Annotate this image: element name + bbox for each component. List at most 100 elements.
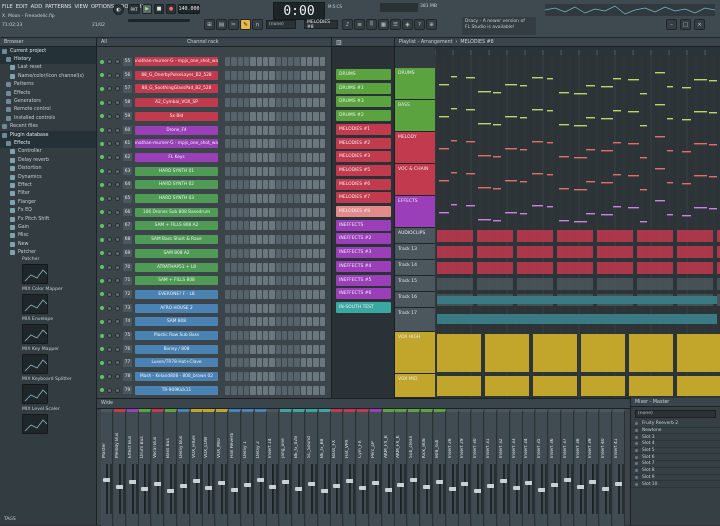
step-button[interactable] xyxy=(250,372,256,382)
channel-volume-knob[interactable] xyxy=(115,250,120,256)
channel-pan-knob[interactable] xyxy=(107,250,112,256)
help-icon[interactable]: ? xyxy=(414,19,425,30)
plugin-preset[interactable]: MIX Color Mapper xyxy=(0,287,96,317)
channel-row[interactable]: 56 88_G_OnerbyPulseLayer_B2_528 xyxy=(97,70,332,81)
step-button[interactable] xyxy=(237,289,243,299)
browser-item[interactable]: Recent files xyxy=(0,123,96,131)
mixer-fader-track[interactable] xyxy=(528,464,531,514)
note-clip[interactable] xyxy=(532,77,543,79)
channel-mute-led[interactable] xyxy=(100,265,104,269)
step-button[interactable] xyxy=(250,221,256,231)
step-button[interactable] xyxy=(256,262,262,272)
step-button[interactable] xyxy=(243,372,250,382)
step-button[interactable] xyxy=(269,111,275,121)
step-button[interactable] xyxy=(237,385,243,395)
note-clip[interactable] xyxy=(628,207,639,209)
minimize-icon[interactable]: – xyxy=(666,19,677,30)
browser-item[interactable]: Filter xyxy=(0,190,96,198)
channel-row[interactable]: 70 ATRATHAP51 + L8 xyxy=(97,262,332,273)
step-button[interactable] xyxy=(275,358,281,368)
step-button[interactable] xyxy=(275,166,281,176)
step-button[interactable] xyxy=(243,125,250,135)
step-button[interactable] xyxy=(243,152,250,162)
step-button[interactable] xyxy=(262,317,269,327)
mixer-fader-track[interactable] xyxy=(246,464,249,514)
step-sequencer[interactable] xyxy=(225,152,325,162)
automation-clip[interactable] xyxy=(437,314,717,324)
arrangement-grid[interactable] xyxy=(434,55,720,398)
note-clip[interactable] xyxy=(439,180,449,182)
channel-pan-knob[interactable] xyxy=(107,154,112,160)
step-button[interactable] xyxy=(256,248,262,258)
channel-row[interactable]: 77 Luxon/TR78-Hat+Clave xyxy=(97,357,332,368)
step-button[interactable] xyxy=(319,125,325,135)
step-button[interactable] xyxy=(231,235,237,245)
step-button[interactable] xyxy=(225,262,231,272)
mixer-icon[interactable]: ⫼ xyxy=(366,19,377,30)
channel-mixer-track[interactable]: 78 xyxy=(123,372,132,381)
step-button[interactable] xyxy=(313,139,319,149)
browser-item[interactable]: Fx EQ xyxy=(0,206,96,214)
step-button[interactable] xyxy=(319,98,325,108)
channel-name-button[interactable]: HARD SYNTH 02 xyxy=(135,180,218,190)
note-clip[interactable] xyxy=(493,156,501,158)
step-button[interactable] xyxy=(262,180,269,190)
step-button[interactable] xyxy=(231,372,237,382)
step-sequencer[interactable] xyxy=(225,139,325,149)
step-button[interactable] xyxy=(243,139,250,149)
note-clip[interactable] xyxy=(640,221,647,223)
step-button[interactable] xyxy=(300,344,307,354)
note-clip[interactable] xyxy=(478,91,491,93)
channel-row[interactable]: 69 SAM 808 A2 xyxy=(97,248,332,259)
step-button[interactable] xyxy=(275,331,281,340)
playlist-icon[interactable]: ▦ xyxy=(378,19,389,30)
step-button[interactable] xyxy=(231,276,237,286)
slot-enable-led[interactable] xyxy=(635,435,638,439)
step-button[interactable] xyxy=(256,98,262,108)
step-button[interactable] xyxy=(231,111,237,121)
step-button[interactable] xyxy=(288,125,294,135)
channel-pan-knob[interactable] xyxy=(107,168,112,174)
channel-mute-led[interactable] xyxy=(100,374,104,379)
step-button[interactable] xyxy=(262,139,269,149)
channel-name-button[interactable]: A2_Cymbal_VOX_SP xyxy=(135,98,218,108)
step-button[interactable] xyxy=(281,262,288,272)
channel-volume-knob[interactable] xyxy=(115,209,120,215)
browser-item[interactable]: Misc xyxy=(0,232,96,240)
step-button[interactable] xyxy=(319,331,325,340)
step-button[interactable] xyxy=(231,180,237,190)
step-sequencer[interactable] xyxy=(225,372,325,382)
step-button[interactable] xyxy=(243,84,250,94)
channel-mute-led[interactable] xyxy=(100,59,104,64)
menu-item-options[interactable]: OPTIONS xyxy=(91,4,114,10)
note-clip[interactable] xyxy=(520,181,527,183)
mixer-strip[interactable]: Insert 14 xyxy=(267,409,280,526)
step-button[interactable] xyxy=(243,207,250,217)
step-button[interactable] xyxy=(225,358,231,368)
note-clip[interactable] xyxy=(505,84,517,86)
step-button[interactable] xyxy=(256,84,262,94)
channel-mixer-track[interactable]: 79 xyxy=(123,386,132,395)
channel-pan-knob[interactable] xyxy=(107,223,112,229)
step-button[interactable] xyxy=(262,358,269,368)
step-button[interactable] xyxy=(288,372,294,382)
channel-mixer-track[interactable]: 56 xyxy=(123,71,132,80)
browser-item[interactable]: Patterns xyxy=(0,81,96,89)
note-clip[interactable] xyxy=(466,109,475,111)
note-clip[interactable] xyxy=(613,78,621,80)
step-button[interactable] xyxy=(256,358,262,368)
channel-pan-knob[interactable] xyxy=(107,127,112,133)
step-button[interactable] xyxy=(262,372,269,382)
mixer-strip[interactable]: VOX_LOW xyxy=(203,409,216,526)
note-clip[interactable] xyxy=(532,109,543,111)
step-button[interactable] xyxy=(250,166,256,176)
pattern-item[interactable]: DRUMS xyxy=(336,69,391,80)
step-button[interactable] xyxy=(256,194,262,203)
automation-clip[interactable] xyxy=(437,296,717,304)
note-clip[interactable] xyxy=(667,86,673,88)
step-button[interactable] xyxy=(237,248,243,258)
step-button[interactable] xyxy=(300,303,307,313)
step-button[interactable] xyxy=(269,235,275,245)
mixer-fader-track[interactable] xyxy=(285,464,288,514)
audio-clip[interactable] xyxy=(557,278,593,290)
